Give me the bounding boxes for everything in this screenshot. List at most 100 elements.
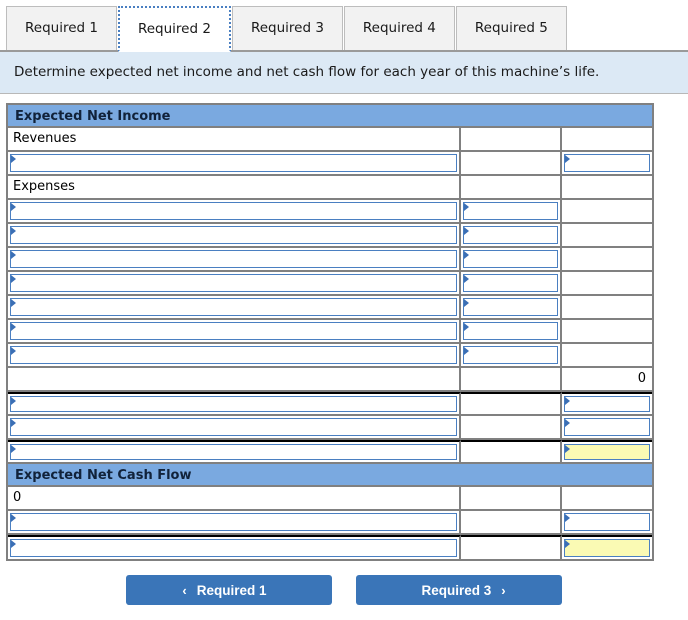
tab-label: Required 3 (250, 20, 324, 36)
cell-input[interactable] (8, 272, 461, 294)
cell-value (461, 392, 562, 414)
answer-input[interactable] (564, 396, 650, 412)
table-row: 0 (8, 368, 652, 392)
cell-input[interactable] (8, 344, 461, 366)
answer-input[interactable] (10, 513, 457, 531)
cell-input[interactable] (461, 272, 562, 294)
answer-input[interactable] (564, 418, 650, 436)
answer-input[interactable] (10, 322, 457, 340)
tab-strip: Required 1 Required 2 Required 3 Required 4… (0, 0, 688, 52)
table-row: Expenses (8, 176, 652, 200)
table-row: 0 (8, 487, 652, 511)
cell-input[interactable] (8, 440, 461, 462)
table-row (8, 511, 652, 535)
cell-input[interactable] (461, 224, 562, 246)
cell-input[interactable] (461, 200, 562, 222)
answer-input[interactable] (463, 322, 558, 340)
cell-label (562, 128, 652, 150)
answer-input[interactable] (10, 539, 457, 557)
answer-input[interactable] (564, 154, 650, 172)
answer-input[interactable] (10, 396, 457, 412)
prev-required-button[interactable]: ‹ Required 1 (126, 575, 333, 605)
answer-input[interactable] (463, 298, 558, 316)
tab-required-1[interactable]: Required 1 (6, 6, 117, 50)
answer-input[interactable] (10, 226, 457, 244)
chevron-right-icon: › (501, 583, 506, 598)
answer-input[interactable] (564, 513, 650, 531)
answer-input[interactable] (463, 226, 558, 244)
table-row (8, 224, 652, 248)
answer-input[interactable] (10, 418, 457, 436)
tab-required-3[interactable]: Required 3 (231, 6, 343, 50)
answer-input[interactable] (10, 274, 457, 292)
cell-input[interactable] (8, 248, 461, 270)
tab-label: Required 2 (137, 21, 211, 37)
cell-value (461, 535, 562, 559)
cell-input[interactable] (8, 152, 461, 174)
cell-value: 0 (562, 368, 652, 390)
cell-input[interactable] (8, 511, 461, 533)
tab-required-5[interactable]: Required 5 (455, 6, 567, 50)
cell-input[interactable] (8, 224, 461, 246)
cell-input[interactable] (8, 200, 461, 222)
tab-required-4[interactable]: Required 4 (343, 6, 455, 50)
worksheet-table: Expected Net Income Revenues Expenses 0 Expe… (6, 103, 654, 561)
cell-label: Expenses (8, 176, 461, 198)
cell-input[interactable] (461, 320, 562, 342)
next-required-button[interactable]: Required 3 › (355, 575, 562, 605)
cell-input[interactable] (8, 416, 461, 438)
cell-value (461, 440, 562, 462)
cell-label (461, 176, 562, 198)
cell-value (461, 416, 562, 438)
worksheet-page: Required 1 Required 2 Required 3 Required 4… (0, 0, 688, 620)
section-header: Expected Net Income (8, 105, 652, 128)
cell-input[interactable] (461, 344, 562, 366)
tab-label: Required 1 (25, 20, 98, 36)
cell-label: Revenues (8, 128, 461, 150)
cell-label (461, 128, 562, 150)
cell-input[interactable] (562, 416, 652, 438)
cell-value (562, 272, 652, 294)
answer-input[interactable] (463, 274, 558, 292)
cell-input[interactable] (562, 511, 652, 533)
table-row (8, 320, 652, 344)
tab-required-2[interactable]: Required 2 (117, 6, 231, 52)
table-row (8, 440, 652, 464)
cell-input[interactable] (562, 152, 652, 174)
answer-input-highlighted[interactable] (564, 539, 650, 557)
cell-value (562, 344, 652, 366)
cell-input[interactable] (8, 535, 461, 559)
cell-value (562, 320, 652, 342)
nav-footer: ‹ Required 1 Required 3 › (0, 575, 688, 615)
answer-input[interactable] (463, 346, 558, 364)
answer-input[interactable] (10, 346, 457, 364)
answer-input[interactable] (10, 298, 457, 316)
answer-input[interactable] (463, 250, 558, 268)
table-row: Revenues (8, 128, 652, 152)
table-row (8, 152, 652, 176)
table-row (8, 392, 652, 416)
answer-input-highlighted[interactable] (564, 444, 650, 460)
answer-input[interactable] (10, 202, 457, 220)
cell-input[interactable] (562, 440, 652, 462)
answer-input[interactable] (10, 250, 457, 268)
cell-value (461, 368, 562, 390)
answer-input[interactable] (10, 154, 457, 172)
next-required-label: Required 3 (421, 583, 492, 598)
cell-input[interactable] (461, 248, 562, 270)
cell-input[interactable] (8, 296, 461, 318)
cell-value: 0 (8, 487, 461, 509)
answer-input[interactable] (10, 444, 457, 460)
cell-value (461, 152, 562, 174)
prev-required-label: Required 1 (196, 583, 267, 598)
cell-input[interactable] (8, 320, 461, 342)
cell-input[interactable] (461, 296, 562, 318)
cell-input[interactable] (562, 535, 652, 559)
cell-value (562, 248, 652, 270)
cell-input[interactable] (8, 392, 461, 414)
answer-input[interactable] (463, 202, 558, 220)
table-row (8, 200, 652, 224)
cell-input[interactable] (562, 392, 652, 414)
cell-value (562, 487, 652, 509)
cell-value (8, 368, 461, 390)
